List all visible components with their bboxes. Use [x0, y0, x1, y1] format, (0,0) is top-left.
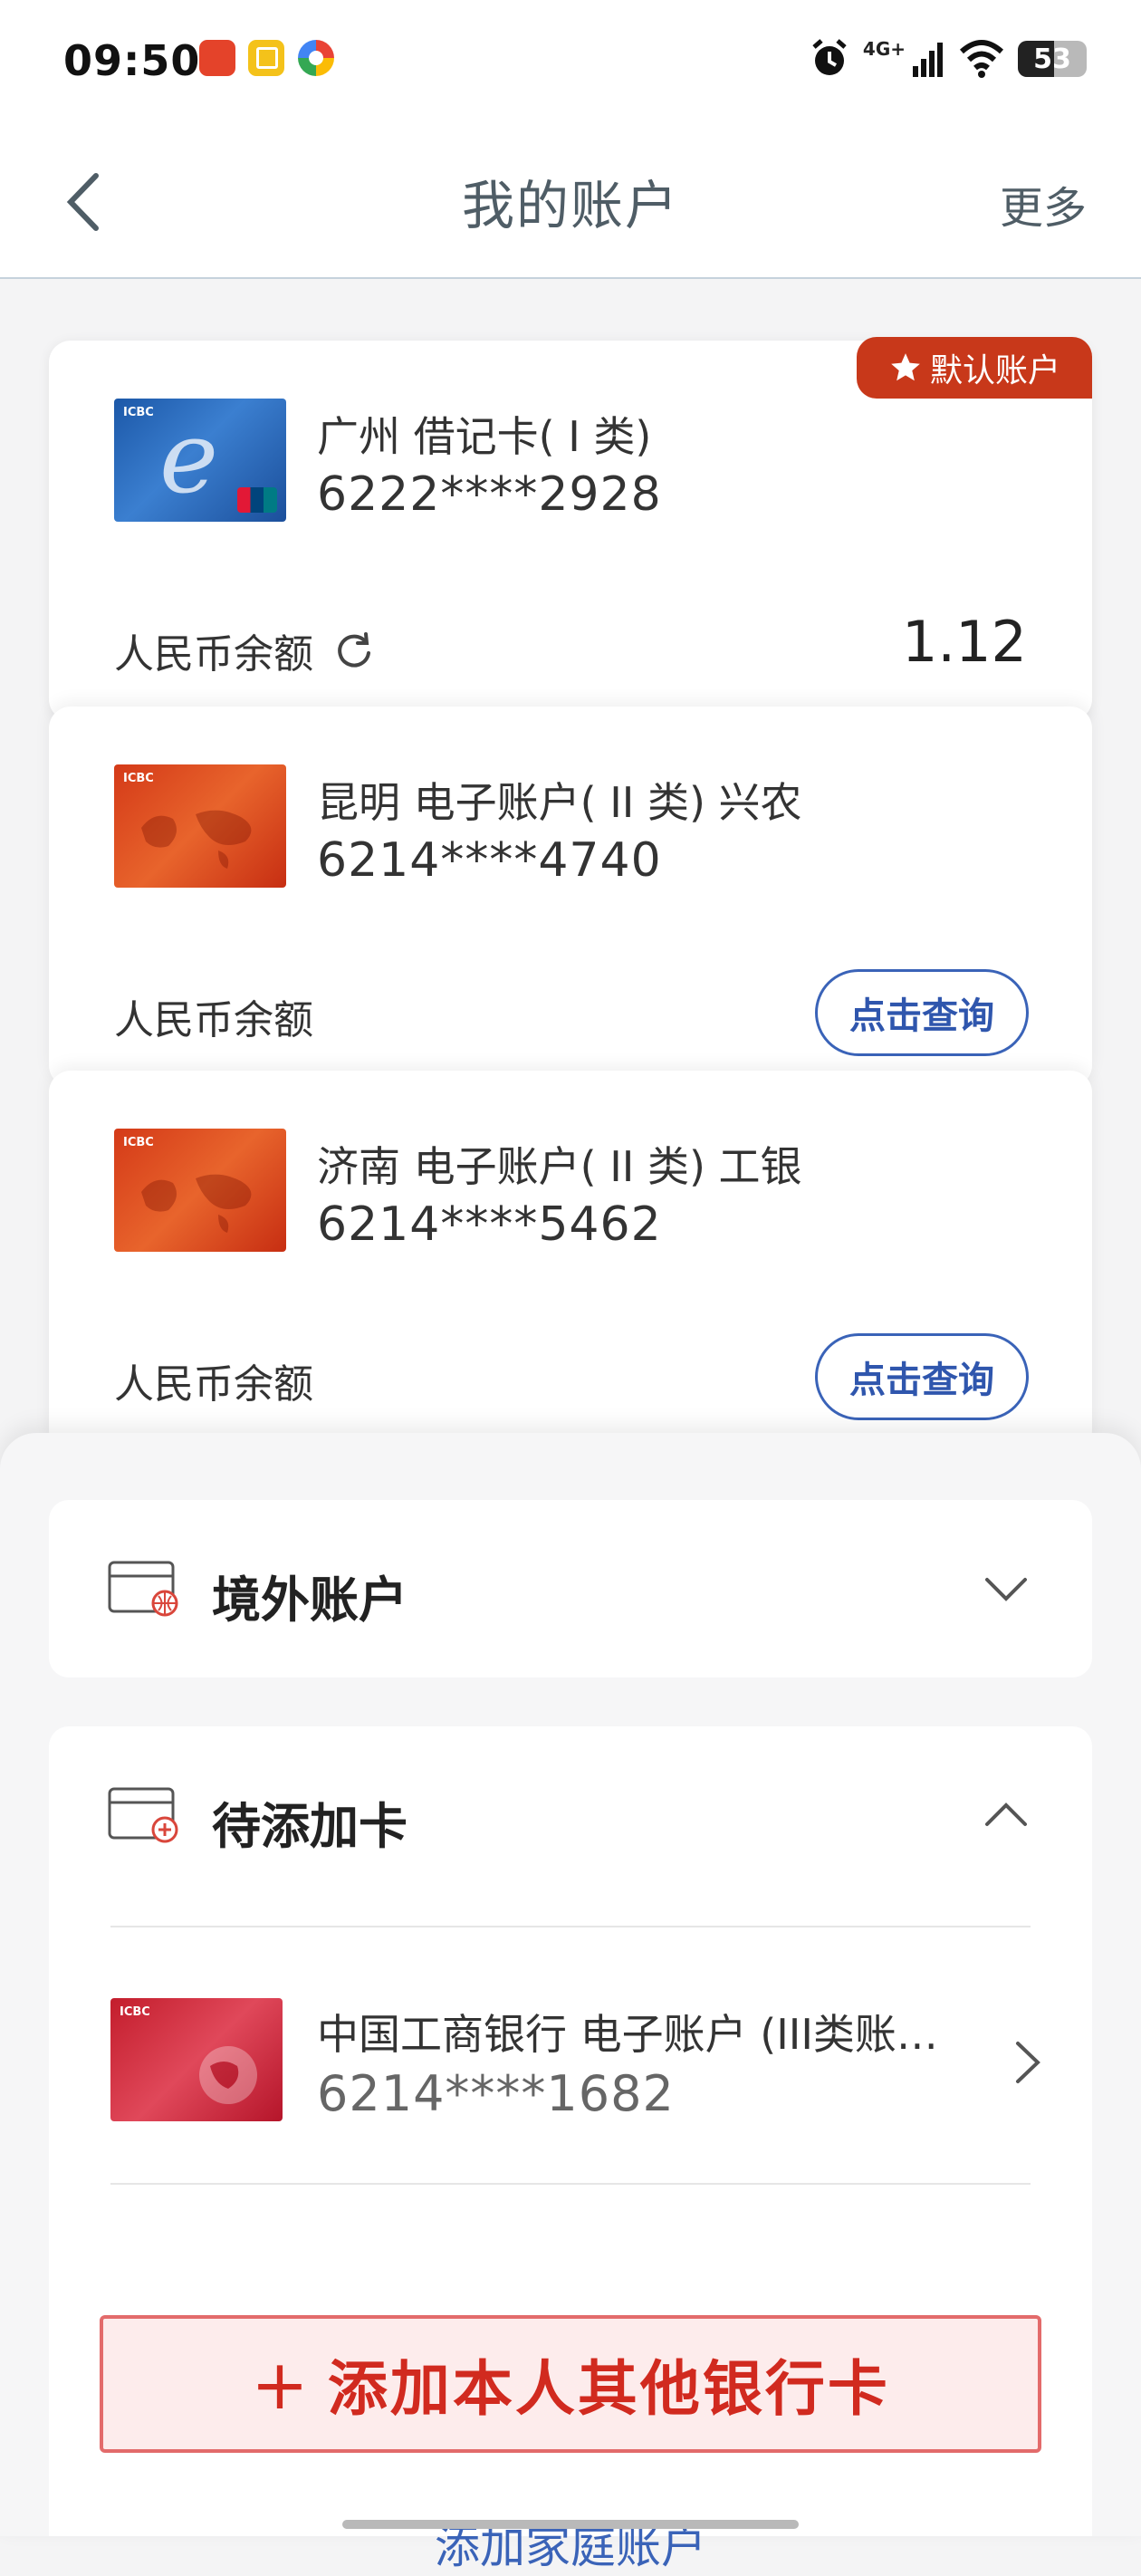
card-brand-label: ICBC — [123, 772, 154, 785]
account-card-stack: 默认账户 ICBC e 广州 借记卡( I 类) 6222****2928 人民… — [0, 279, 1141, 1451]
card-thumbnail: ICBC — [114, 1129, 286, 1252]
card-brand-label: ICBC — [123, 406, 154, 419]
account-number: 6214****4740 — [317, 833, 662, 888]
pending-card-number: 6214****1682 — [317, 2065, 675, 2122]
globe-icon — [199, 2046, 257, 2104]
pingan-bank-app-icon — [199, 40, 235, 76]
status-bar: 09:50 4G+ 53 — [0, 0, 1141, 127]
account-name: 济南 电子账户( II 类) 工银 — [317, 1142, 802, 1191]
copy-app-icon — [248, 40, 284, 76]
balance-value: 1.12 — [901, 609, 1027, 675]
query-balance-button[interactable]: 点击查询 — [815, 969, 1029, 1056]
accounts-bottom-sheet: 境外账户 待添加卡 ICBC 中国工商银行 电子账户 (III类账… 6214*… — [0, 1433, 1141, 2573]
status-icons: 4G+ 53 — [809, 36, 1087, 82]
e-logo-icon: e — [159, 399, 219, 515]
account-number: 6214****5462 — [317, 1197, 662, 1252]
card-thumbnail: ICBC e — [114, 399, 286, 522]
page-title: 我的账户 — [461, 175, 679, 236]
default-account-badge: 默认账户 — [857, 337, 1092, 399]
list-divider — [110, 1926, 1031, 1927]
pending-card-icon — [108, 1787, 178, 1843]
battery-level: 53 — [1033, 43, 1071, 75]
list-divider — [110, 2183, 1031, 2185]
chevron-up-icon[interactable] — [983, 1797, 1029, 1833]
more-button[interactable]: 更多 — [1000, 172, 1087, 235]
world-map-icon — [141, 1174, 252, 1233]
chevron-right-icon[interactable] — [1014, 2038, 1041, 2087]
plus-icon: + — [251, 2343, 312, 2425]
balance-label-text: 人民币余额 — [114, 631, 313, 678]
balance-label: 人民币余额 — [114, 1361, 313, 1408]
wifi-icon — [959, 40, 1004, 78]
overseas-accounts-section[interactable]: 境外账户 — [49, 1500, 1092, 1677]
overseas-section-title: 境外账户 — [212, 1572, 408, 1629]
add-other-bank-card-button[interactable]: + 添加本人其他银行卡 — [100, 2315, 1041, 2453]
account-name: 昆明 电子账户( II 类) 兴农 — [317, 778, 802, 827]
query-balance-button[interactable]: 点击查询 — [815, 1333, 1029, 1420]
pending-card-list: ICBC 中国工商银行 电子账户 (III类账… 6214****1682 + … — [49, 1926, 1092, 2573]
card-brand-label: ICBC — [120, 2005, 150, 2019]
home-indicator[interactable] — [342, 2520, 799, 2529]
battery-icon: 53 — [1018, 41, 1087, 77]
chevron-down-icon[interactable] — [983, 1571, 1029, 1607]
alarm-icon — [812, 39, 847, 75]
pending-card-item[interactable]: ICBC 中国工商银行 电子账户 (III类账… 6214****1682 — [49, 1940, 1092, 2190]
balance-label: 人民币余额 — [114, 621, 375, 679]
account-card[interactable]: ICBC 昆明 电子账户( II 类) 兴农 6214****4740 人民币余… — [49, 706, 1092, 1087]
pending-cards-section[interactable]: 待添加卡 — [49, 1726, 1092, 1926]
account-card[interactable]: ICBC 济南 电子账户( II 类) 工银 6214****5462 人民币余… — [49, 1071, 1092, 1451]
star-icon — [891, 353, 920, 381]
add-card-label: 添加本人其他银行卡 — [327, 2354, 890, 2424]
account-number: 6222****2928 — [317, 467, 662, 522]
unionpay-logo-icon — [237, 487, 277, 513]
world-map-icon — [141, 810, 252, 869]
pending-section-title: 待添加卡 — [212, 1798, 408, 1855]
card-brand-label: ICBC — [123, 1136, 154, 1149]
colorful-app-icon — [298, 40, 334, 76]
pending-card-name: 中国工商银行 电子账户 (III类账… — [317, 2010, 938, 2059]
signal-icon — [913, 43, 943, 77]
card-thumbnail: ICBC — [114, 764, 286, 888]
status-time: 09:50 — [63, 36, 201, 85]
account-name: 广州 借记卡( I 类) — [317, 412, 652, 461]
header-bar: 我的账户 更多 — [0, 127, 1141, 279]
account-card[interactable]: 默认账户 ICBC e 广州 借记卡( I 类) 6222****2928 人民… — [49, 337, 1092, 721]
balance-label: 人民币余额 — [114, 997, 313, 1043]
refresh-icon[interactable] — [333, 630, 375, 671]
default-badge-label: 默认账户 — [929, 352, 1060, 389]
overseas-card-icon — [108, 1561, 178, 1617]
network-type-icon: 4G+ — [862, 38, 906, 60]
card-thumbnail: ICBC — [110, 1998, 283, 2121]
